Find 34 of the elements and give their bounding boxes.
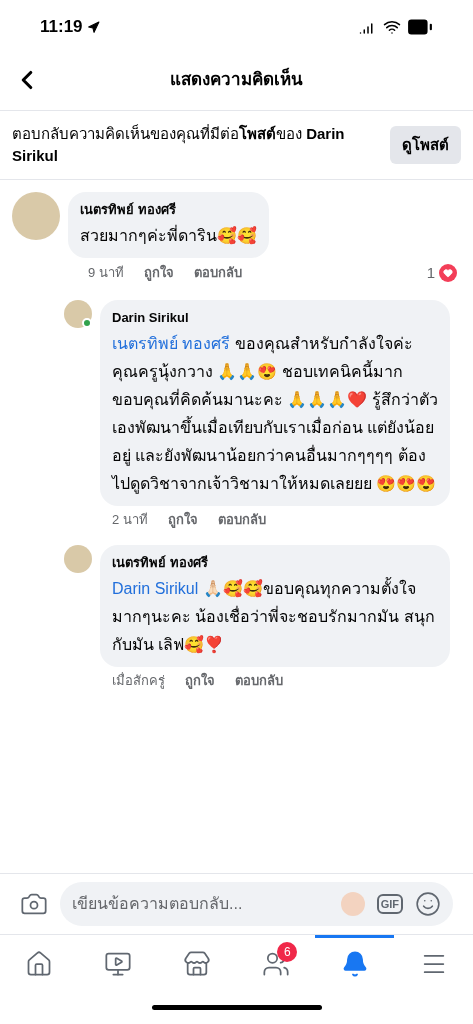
reply-input[interactable]: เขียนข้อความตอบกลับ... GIF	[60, 882, 453, 926]
gif-button[interactable]: GIF	[376, 893, 403, 915]
comment-author[interactable]: เนตรทิพย์ ทองศรี	[112, 553, 438, 573]
mention-link[interactable]: เนตรทิพย์ ทองศรี	[112, 334, 231, 352]
comment-time: 9 นาที	[88, 264, 124, 282]
reaction-count: 1	[426, 262, 435, 283]
store-icon[interactable]	[183, 950, 212, 978]
comment-author[interactable]: Darin Sirikul	[112, 308, 438, 328]
comment-text: Darin Sirikul 🙏🏻🥰🥰ขอบคุณทุกความตั้งใจมากๆนะคะ น้องเชื่อว่าพี่จะชอบรักมากมัน สนุกกับมัน เลิฟ🥰❣	[112, 576, 436, 656]
wifi-icon	[383, 18, 401, 36]
comment-text: สวยมากๆค่ะพี่ดาริน🥰🥰	[80, 224, 257, 247]
video-icon[interactable]	[104, 950, 133, 978]
comment-text: เนตรทิพย์ ทองศรี ของคุณสำหรับกำลังใจค่ะ คุณครูนุ้งกวาง 🙏🙏😍 ชอบเทคนิคนี้มาก ขอบคุณที่คิดค้นมานะคะ 🙏🙏🙏❤ รู้สึกว่าตัวเองพัฒนาขึ้นเมื่อเทียบกับเราเมื่อก่อน แต่ยังน้อยอยู่ และยังพัฒนาน้อยกว่าคนอื่นมากๆๆๆๆ ต้องไปดูดวิชาจากเจ้าวิชามาให้หมดเลยยย 😍😍😍	[112, 333, 438, 496]
reply-link[interactable]: ตอบกลับ	[193, 263, 242, 283]
comment-time: 2 นาที	[112, 510, 148, 529]
like-link[interactable]: ถูกใจ	[167, 509, 198, 529]
mention-link[interactable]: Darin Sirikul	[112, 579, 199, 597]
avatar[interactable]	[64, 300, 92, 328]
reply-field[interactable]: เขียนข้อความตอบกลับ...	[72, 892, 329, 916]
location-arrow-icon	[86, 20, 100, 34]
view-post-button[interactable]: ดูโพสต์	[390, 125, 461, 165]
reply-context-text: ตอบกลับความคิดเห็นของคุณที่มีต่อโพสต์ของ Darin Sirikul	[12, 123, 346, 166]
reply-link[interactable]: ตอบกลับ	[235, 670, 283, 690]
page-title: แสดงความคิดเห็น	[170, 67, 303, 92]
like-link[interactable]: ถูกใจ	[143, 263, 174, 283]
nav-tab[interactable]: 6	[236, 935, 316, 990]
comment-author[interactable]: เนตรทิพย์ ทองศรี	[80, 200, 257, 220]
emoji-icon[interactable]	[415, 891, 441, 917]
notification-badge: 6	[277, 942, 298, 962]
status-time: 11:19	[40, 16, 83, 39]
love-reaction-icon[interactable]	[439, 263, 457, 282]
like-link[interactable]: ถูกใจ	[185, 670, 215, 690]
comment-time: เมื่อสักครู่	[112, 671, 165, 690]
reply-link[interactable]: ตอบกลับ	[217, 509, 266, 529]
